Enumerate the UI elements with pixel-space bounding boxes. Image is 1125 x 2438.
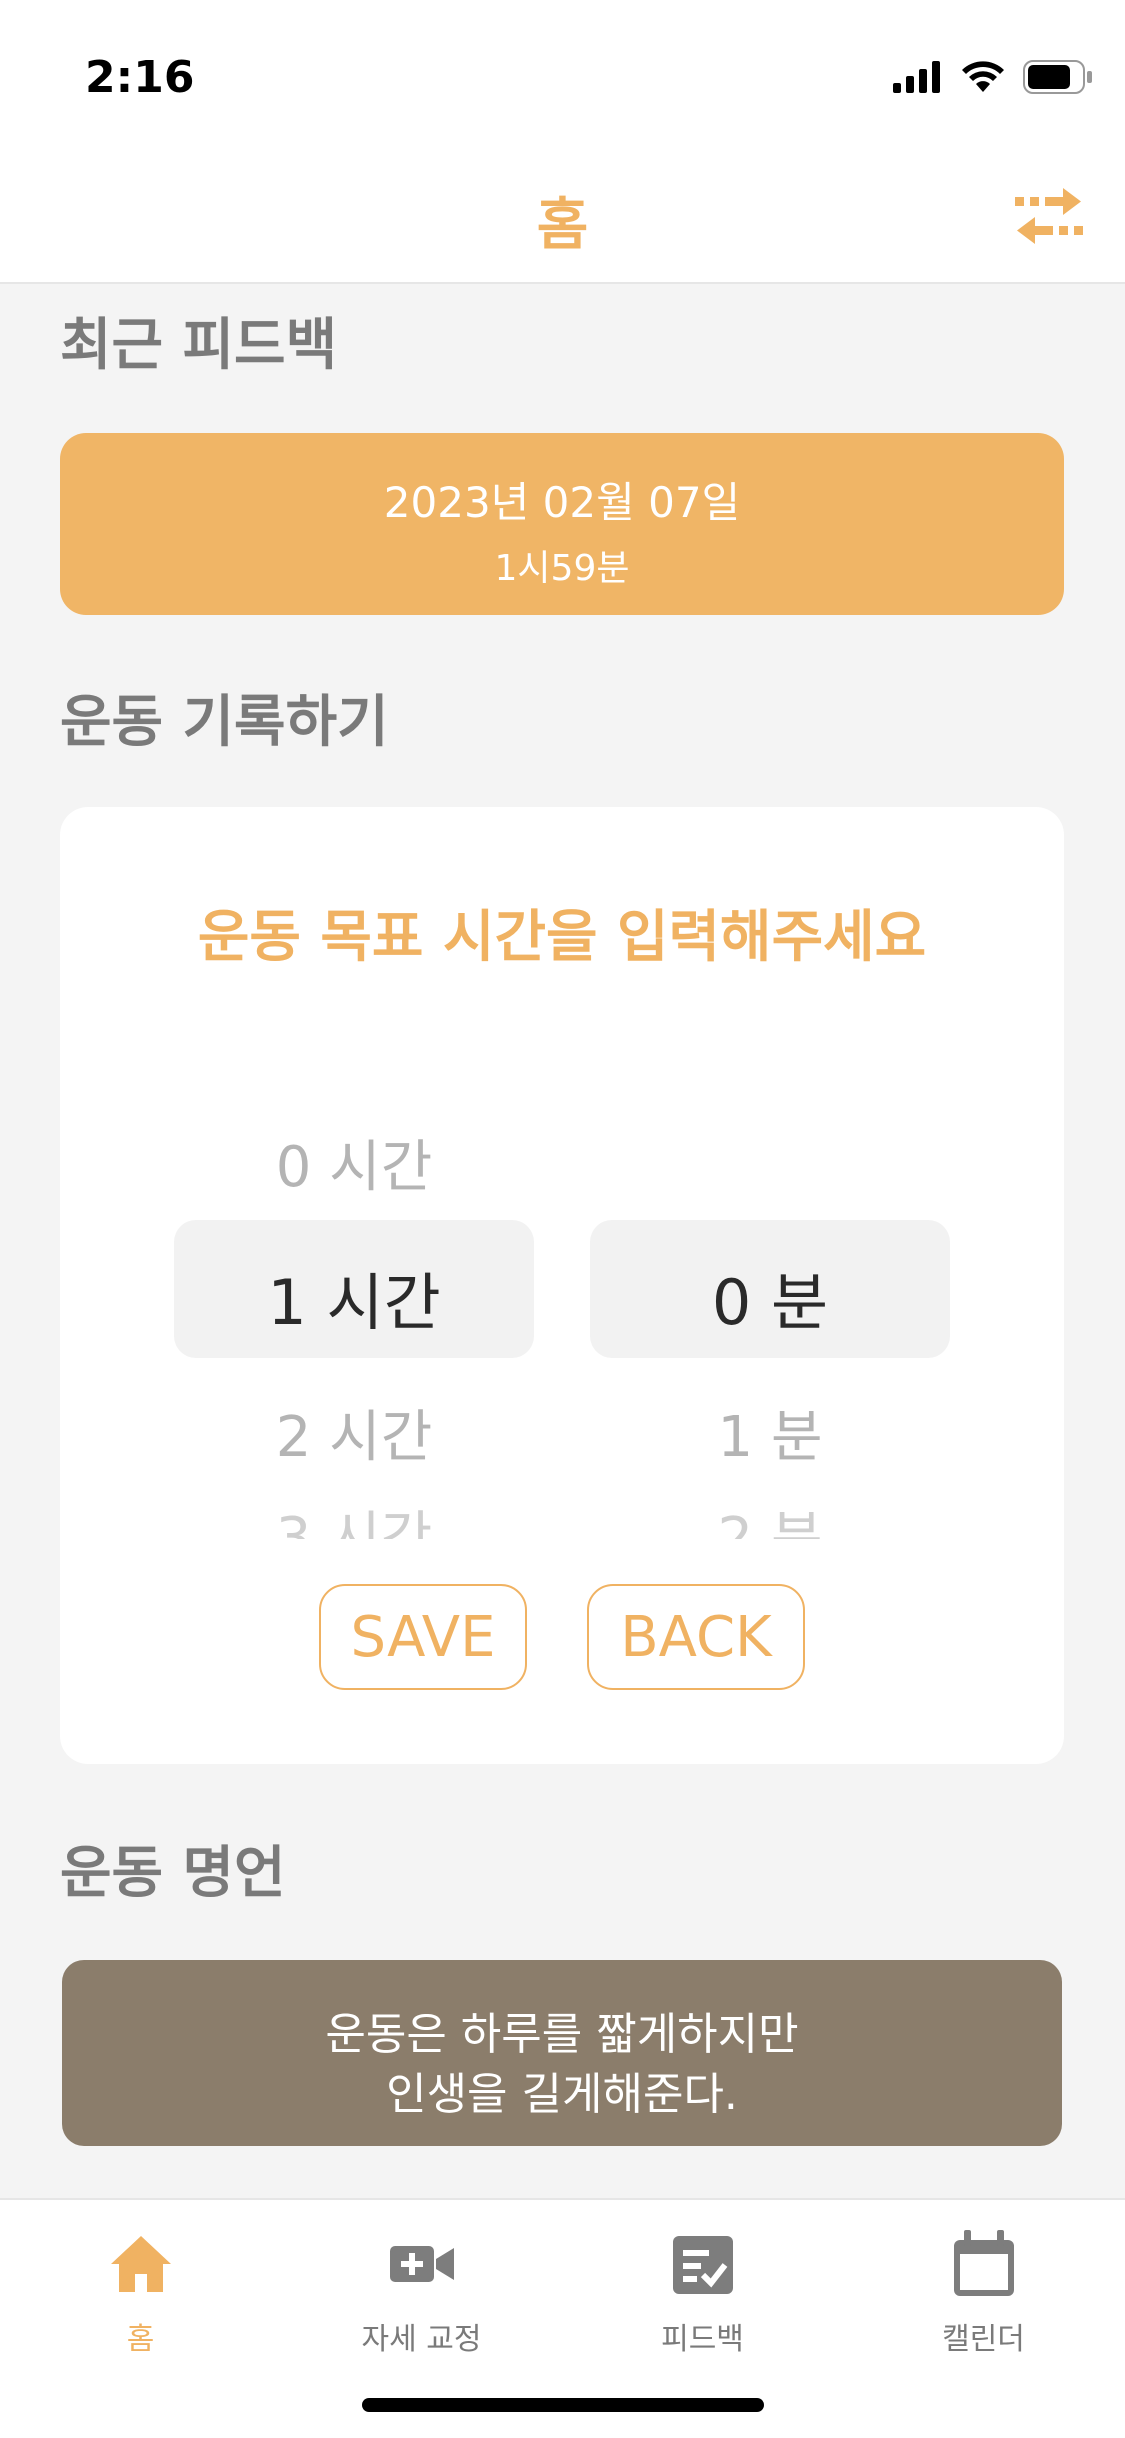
tab-label: 캘린더 [942, 2322, 1025, 2357]
cellular-signal-icon [893, 61, 940, 93]
goal-time-prompt: 운동 목표 시간을 입력해주세요 [197, 905, 927, 970]
tab-label: 자세 교정 [361, 2322, 482, 2357]
swap-arrows-icon [1015, 188, 1083, 244]
home-icon [110, 2236, 171, 2292]
recent-feedback-card[interactable]: 2023년 02월 07일 1시59분 [60, 433, 1064, 615]
wifi-icon [962, 61, 1004, 92]
feedback-date: 2023년 02월 07일 [383, 478, 741, 527]
app-header: 홈 [0, 150, 1125, 284]
record-card: 운동 목표 시간을 입력해주세요 0 시간 1 시간 2 시간 3 시간 0 분… [60, 807, 1064, 1764]
feedback-duration: 1시59분 [494, 548, 630, 589]
swap-button[interactable] [1013, 186, 1085, 246]
tab-label: 피드백 [661, 2322, 744, 2357]
back-button[interactable]: BACK [587, 1584, 805, 1690]
checklist-icon [672, 2236, 733, 2294]
save-button[interactable]: SAVE [319, 1584, 527, 1690]
tab-posture-correction[interactable]: 자세 교정 [281, 2200, 562, 2380]
hour-option-selected[interactable]: 1 시간 [174, 1252, 534, 1342]
home-indicator [362, 2398, 764, 2412]
battery-icon [1023, 60, 1092, 94]
calendar-icon [953, 2230, 1014, 2296]
quote-card: 운동은 하루를 짧게하지만 인생을 길게해준다. [62, 1960, 1062, 2146]
hour-option[interactable]: 3 시간 [174, 1497, 534, 1539]
minute-option[interactable]: 1 분 [590, 1392, 950, 1473]
minute-option[interactable]: 2 분 [590, 1497, 950, 1539]
quote-line-1: 운동은 하루를 짧게하지만 [325, 2009, 799, 2060]
tab-calendar[interactable]: 캘린더 [843, 2200, 1124, 2380]
status-icons [893, 60, 1093, 94]
status-bar: 2:16 [0, 0, 1125, 150]
quote-heading: 운동 명언 [60, 1841, 286, 1906]
tab-label: 홈 [126, 2322, 155, 2357]
video-add-icon [389, 2246, 454, 2282]
status-time: 2:16 [85, 52, 195, 103]
tab-home[interactable]: 홈 [0, 2200, 281, 2380]
quote-line-2: 인생을 길게해준다. [386, 2069, 738, 2120]
tab-feedback[interactable]: 피드백 [562, 2200, 843, 2380]
recent-feedback-heading: 최근 피드백 [60, 313, 338, 378]
hour-option[interactable]: 2 시간 [174, 1392, 534, 1473]
hour-option[interactable]: 0 시간 [174, 1122, 534, 1203]
page-title: 홈 [536, 193, 589, 258]
minute-option-selected[interactable]: 0 분 [590, 1252, 950, 1342]
record-heading: 운동 기록하기 [60, 690, 389, 755]
